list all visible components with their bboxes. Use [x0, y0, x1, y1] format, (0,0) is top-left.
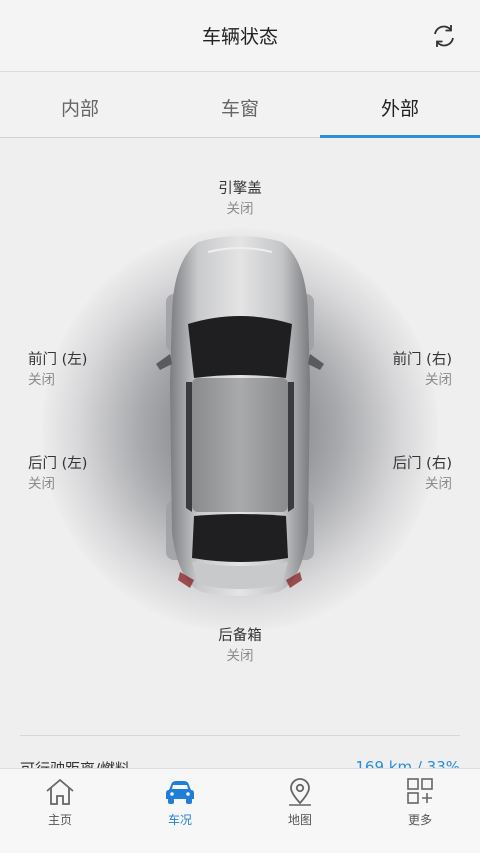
nav-vehicle-status[interactable]: 车况: [120, 769, 240, 853]
car-top-view-image: [156, 236, 324, 596]
tab-windows[interactable]: 车窗: [160, 72, 320, 137]
front-left-door-status: 前门 (左) 关闭: [28, 350, 138, 390]
nav-map[interactable]: 地图: [240, 769, 360, 853]
front-right-door-label: 前门 (右): [392, 352, 452, 368]
nav-home[interactable]: 主页: [0, 769, 120, 853]
top-bar: 车辆状态: [0, 0, 480, 72]
front-left-door-label: 前门 (左): [28, 352, 88, 368]
rear-left-door-label: 后门 (左): [28, 456, 88, 472]
trunk-label: 后备箱: [218, 628, 262, 644]
front-right-door-state: 关闭: [425, 372, 452, 388]
rear-right-door-status: 后门 (右) 关闭: [342, 454, 452, 494]
section-divider: [20, 735, 460, 736]
nav-map-label: 地图: [287, 813, 312, 827]
car-icon: [166, 781, 194, 804]
tab-bar: 内部 车窗 外部: [0, 72, 480, 138]
front-left-door-state: 关闭: [28, 372, 55, 388]
nav-vehicle-status-label: 车况: [167, 813, 192, 827]
map-pin-icon: [289, 778, 311, 806]
hood-status: 引擎盖 关闭: [190, 179, 290, 219]
hood-label: 引擎盖: [218, 181, 262, 197]
page-title: 车辆状态: [201, 26, 278, 48]
rear-right-door-label: 后门 (右): [392, 456, 452, 472]
front-right-door-status: 前门 (右) 关闭: [342, 350, 452, 390]
rear-left-door-status: 后门 (左) 关闭: [28, 454, 138, 494]
nav-more[interactable]: 更多: [360, 769, 480, 853]
trunk-state: 关闭: [226, 648, 254, 664]
rear-left-door-state: 关闭: [28, 476, 55, 492]
nav-home-label: 主页: [47, 813, 72, 827]
refresh-icon[interactable]: [430, 22, 458, 50]
tab-interior[interactable]: 内部: [0, 72, 160, 137]
bottom-nav: 主页 车况 地图 更多: [0, 768, 480, 853]
more-grid-icon: [407, 778, 433, 804]
nav-more-label: 更多: [407, 813, 432, 827]
trunk-status: 后备箱 关闭: [190, 626, 290, 666]
tab-exterior[interactable]: 外部: [320, 72, 480, 138]
rear-right-door-state: 关闭: [425, 476, 452, 492]
home-icon: [46, 778, 74, 805]
hood-state: 关闭: [226, 201, 254, 217]
